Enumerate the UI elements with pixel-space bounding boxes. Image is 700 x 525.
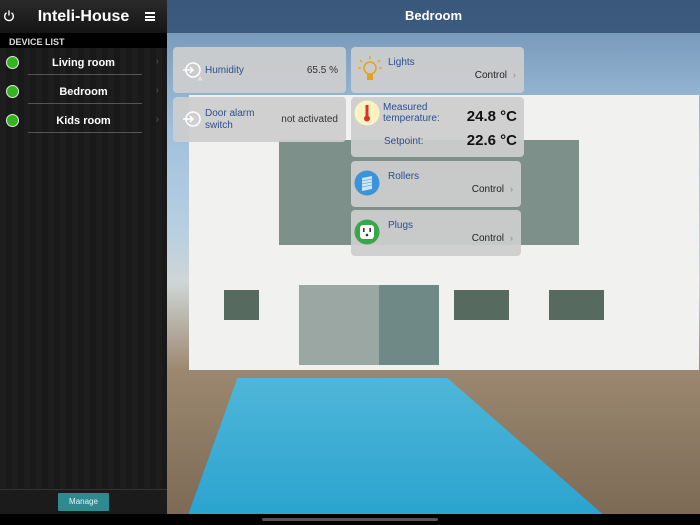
manage-button[interactable]: Manage xyxy=(58,493,109,511)
room-bedroom[interactable]: Bedroom › xyxy=(0,77,167,106)
device-list-header: DEVICE LIST xyxy=(0,33,167,48)
room-label: Bedroom xyxy=(59,86,108,98)
measured-temperature-label: Measured temperature: xyxy=(383,102,440,124)
menu-icon[interactable] xyxy=(145,12,155,21)
measured-temperature-value: 24.8 °C xyxy=(466,108,517,125)
lights-label: Lights xyxy=(388,57,415,68)
chevron-right-icon: › xyxy=(510,184,513,194)
setpoint-label: Setpoint: xyxy=(384,136,424,147)
room-label: Kids room xyxy=(56,115,111,127)
plugs-label: Plugs xyxy=(388,220,414,231)
room-kids-room[interactable]: Kids room › xyxy=(0,106,167,135)
door-alarm-card: Door alarm switch not activated xyxy=(173,97,346,142)
lights-card[interactable]: Lights Control › xyxy=(351,47,524,93)
roller-blind-icon xyxy=(354,170,380,196)
chevron-right-icon: › xyxy=(155,56,159,67)
rollers-card[interactable]: Rollers Control › xyxy=(351,161,521,207)
lightbulb-icon xyxy=(358,56,382,80)
room-label: Living room xyxy=(52,57,115,69)
setpoint-value[interactable]: 22.6 °C xyxy=(467,132,517,149)
chevron-right-icon: › xyxy=(513,70,516,80)
door-alarm-label: Door alarm switch xyxy=(205,108,255,131)
humidity-label: Humidity xyxy=(205,65,244,76)
svg-text:A: A xyxy=(198,77,202,82)
home-indicator[interactable] xyxy=(262,518,438,521)
temperature-card: Measured temperature: 24.8 °C Setpoint: … xyxy=(351,97,524,157)
sidebar-footer: Manage xyxy=(0,489,167,514)
room-living-room[interactable]: Living room › xyxy=(0,48,167,77)
room-view: Bedroom A Humidity 65.5 % Door alarm swi… xyxy=(167,0,700,514)
rollers-label: Rollers xyxy=(388,171,420,182)
room-title: Bedroom xyxy=(167,0,700,33)
humidity-card: A Humidity 65.5 % xyxy=(173,47,346,93)
plugs-card[interactable]: Plugs Control › xyxy=(351,210,521,256)
power-outlet-icon xyxy=(354,219,380,245)
door-alarm-value: not activated xyxy=(281,114,338,125)
chevron-right-icon: › xyxy=(510,233,513,243)
chevron-right-icon: › xyxy=(155,114,159,125)
sidebar: Inteli-House DEVICE LIST Living room › Be… xyxy=(0,0,167,514)
lights-control-link[interactable]: Control › xyxy=(475,70,516,81)
chevron-right-icon: › xyxy=(155,85,159,96)
pool-photo xyxy=(187,378,607,514)
thermometer-icon xyxy=(354,100,380,126)
plugs-control-link[interactable]: Control › xyxy=(472,233,513,244)
app-title: Inteli-House xyxy=(37,8,130,25)
sensor-input-icon: A xyxy=(183,62,202,82)
rollers-control-link[interactable]: Control › xyxy=(472,184,513,195)
sensor-input-icon xyxy=(183,111,201,127)
sidebar-header: Inteli-House xyxy=(0,0,167,33)
humidity-value: 65.5 % xyxy=(306,65,338,76)
